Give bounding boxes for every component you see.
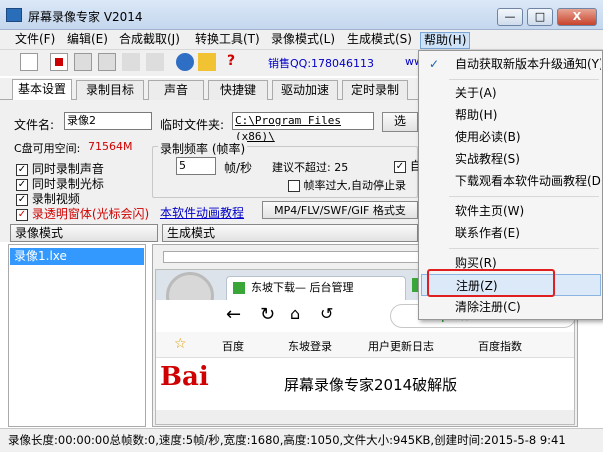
browser-tab-title: 东坡下载— 后台管理 bbox=[251, 281, 354, 294]
window-title: 屏幕录像专家 V2014 bbox=[28, 10, 143, 24]
browse-button[interactable]: 选 bbox=[382, 112, 418, 132]
menu-item-help[interactable]: 帮助(H) bbox=[421, 104, 601, 126]
menu-item-download-tutorial[interactable]: 下载观看本软件动画教程(D) bbox=[421, 170, 601, 192]
globe-icon[interactable] bbox=[176, 53, 194, 71]
maximize-button[interactable]: □ bbox=[527, 8, 553, 26]
tutorial-link[interactable]: 本软件动画教程 bbox=[160, 204, 244, 221]
menu-generate-mode[interactable]: 生成模式(S) bbox=[344, 32, 415, 49]
disk-space-value: 71564M bbox=[88, 140, 133, 153]
reload-icon[interactable]: ↻ bbox=[260, 304, 275, 325]
minimize-button[interactable]: — bbox=[497, 8, 523, 26]
menu-edit[interactable]: 编辑(E) bbox=[64, 32, 111, 49]
menu-bar: 文件(F) 编辑(E) 合成截取(J) 转换工具(T) 录像模式(L) 生成模式… bbox=[0, 30, 603, 50]
record-mode-header[interactable]: 录像模式 bbox=[10, 224, 158, 242]
video-checkbox[interactable]: ✓ bbox=[16, 193, 28, 206]
record-icon[interactable] bbox=[50, 53, 68, 71]
cursor-checkbox-label: 同时录制光标 bbox=[31, 177, 104, 191]
generate-mode-header[interactable]: 生成模式 bbox=[162, 224, 418, 242]
overspeed-checkbox-row[interactable]: 帧率过大,自动停止录 bbox=[288, 177, 406, 193]
menu-separator bbox=[449, 196, 599, 197]
menu-compose[interactable]: 合成截取(J) bbox=[116, 32, 183, 49]
baidu-logo: Bai bbox=[160, 362, 209, 392]
browser-tab[interactable]: 东坡下载— 后台管理 bbox=[226, 276, 406, 300]
menu-convert[interactable]: 转换工具(T) bbox=[192, 32, 263, 49]
page-scroll-area bbox=[156, 410, 574, 424]
tab-sound[interactable]: 声音 bbox=[148, 80, 204, 100]
page-headline: 屏幕录像专家2014破解版 bbox=[284, 376, 458, 394]
tab-favicon-icon bbox=[233, 282, 245, 294]
tab-scheduled-record[interactable]: 定时录制 bbox=[342, 80, 408, 100]
menu-item-homepage[interactable]: 软件主页(W) bbox=[421, 200, 601, 222]
audio-checkbox-label: 同时录制声音 bbox=[31, 162, 104, 176]
tab-hotkeys[interactable]: 快捷键 bbox=[208, 80, 268, 100]
close-button[interactable]: X bbox=[557, 8, 597, 26]
menu-item-about[interactable]: 关于(A) bbox=[421, 82, 601, 104]
title-bar: 屏幕录像专家 V2014 — □ X bbox=[0, 0, 603, 30]
overspeed-checkbox[interactable] bbox=[288, 180, 300, 192]
transparent-checkbox-label: 录透明窗体(光标会闪) bbox=[31, 207, 150, 221]
auto-checkbox[interactable]: ✓ bbox=[394, 160, 406, 173]
pen-icon[interactable] bbox=[146, 53, 164, 71]
menu-item-contact[interactable]: 联系作者(E) bbox=[421, 222, 601, 244]
stop-icon[interactable] bbox=[98, 53, 116, 71]
menu-record-mode[interactable]: 录像模式(L) bbox=[268, 32, 338, 49]
gift-icon[interactable] bbox=[198, 53, 216, 71]
tab-record-target[interactable]: 录制目标 bbox=[76, 80, 144, 100]
tempdir-input[interactable]: C:\Program Files (x86)\ bbox=[232, 112, 374, 143]
frame-rate-group-title: 录制频率 (帧率) bbox=[158, 140, 248, 157]
filename-input[interactable]: 录像2 bbox=[64, 112, 152, 130]
fps-unit: 帧/秒 bbox=[224, 161, 253, 175]
star-icon[interactable]: ☆ bbox=[174, 336, 187, 352]
camera-icon[interactable] bbox=[122, 53, 140, 71]
transparent-checkbox[interactable]: ✓ bbox=[16, 208, 28, 221]
pause-icon[interactable] bbox=[74, 53, 92, 71]
transparent-checkbox-row[interactable]: ✓ 录透明窗体(光标会闪) bbox=[16, 205, 149, 222]
register-highlight-box bbox=[427, 269, 555, 297]
menu-help[interactable]: 帮助(H) bbox=[420, 32, 471, 49]
fps-input[interactable]: 5 bbox=[176, 157, 216, 175]
disk-space-label: C盘可用空间: bbox=[14, 142, 81, 155]
file-list-item[interactable]: 录像1.lxe bbox=[10, 248, 144, 265]
question-icon[interactable]: ? bbox=[222, 53, 240, 71]
fps-suggestion: 建议不超过: 25 bbox=[272, 161, 349, 174]
bookmark-bar: ☆ 百度 东坡登录 用户更新日志 百度指数 bbox=[156, 332, 574, 358]
menu-item-must-read[interactable]: 使用必读(B) bbox=[421, 126, 601, 148]
bookmark-update-log[interactable]: 用户更新日志 bbox=[368, 338, 434, 354]
sales-qq-text: 销售QQ:178046113 bbox=[268, 57, 375, 70]
bookmark-baidu[interactable]: 百度 bbox=[222, 338, 244, 354]
file-list: 录像1.lxe bbox=[8, 244, 146, 427]
menu-item-auto-update[interactable]: 自动获取新版本升级通知(Y) bbox=[421, 53, 601, 75]
menu-item-tutorial[interactable]: 实战教程(S) bbox=[421, 148, 601, 170]
tab-driver-accel[interactable]: 驱动加速 bbox=[272, 80, 338, 100]
video-checkbox-label: 录制视频 bbox=[31, 192, 80, 206]
tab-basic-settings[interactable]: 基本设置 bbox=[12, 79, 72, 100]
filename-label: 文件名: bbox=[14, 118, 55, 132]
new-icon[interactable] bbox=[20, 53, 38, 71]
status-bar: 录像长度:00:00:00总帧数:0,速度:5帧/秒,宽度:1680,高度:10… bbox=[0, 428, 603, 452]
menu-separator bbox=[449, 248, 599, 249]
format-button[interactable]: MP4/FLV/SWF/GIF 格式支 bbox=[262, 201, 418, 219]
history-icon[interactable]: ↺ bbox=[320, 304, 333, 323]
bookmark-dongpo-login[interactable]: 东坡登录 bbox=[288, 338, 332, 354]
home-icon[interactable]: ⌂ bbox=[290, 304, 300, 323]
cursor-checkbox[interactable]: ✓ bbox=[16, 178, 28, 191]
overspeed-checkbox-label: 帧率过大,自动停止录 bbox=[303, 179, 407, 192]
back-icon[interactable]: ← bbox=[226, 304, 241, 325]
audio-checkbox[interactable]: ✓ bbox=[16, 163, 28, 176]
menu-file[interactable]: 文件(F) bbox=[12, 32, 58, 49]
app-icon bbox=[6, 8, 22, 22]
bookmark-baidu-index[interactable]: 百度指数 bbox=[478, 338, 522, 354]
menu-item-unregister[interactable]: 清除注册(C) bbox=[421, 296, 601, 318]
tempdir-label: 临时文件夹: bbox=[160, 118, 225, 132]
menu-separator bbox=[449, 79, 599, 80]
